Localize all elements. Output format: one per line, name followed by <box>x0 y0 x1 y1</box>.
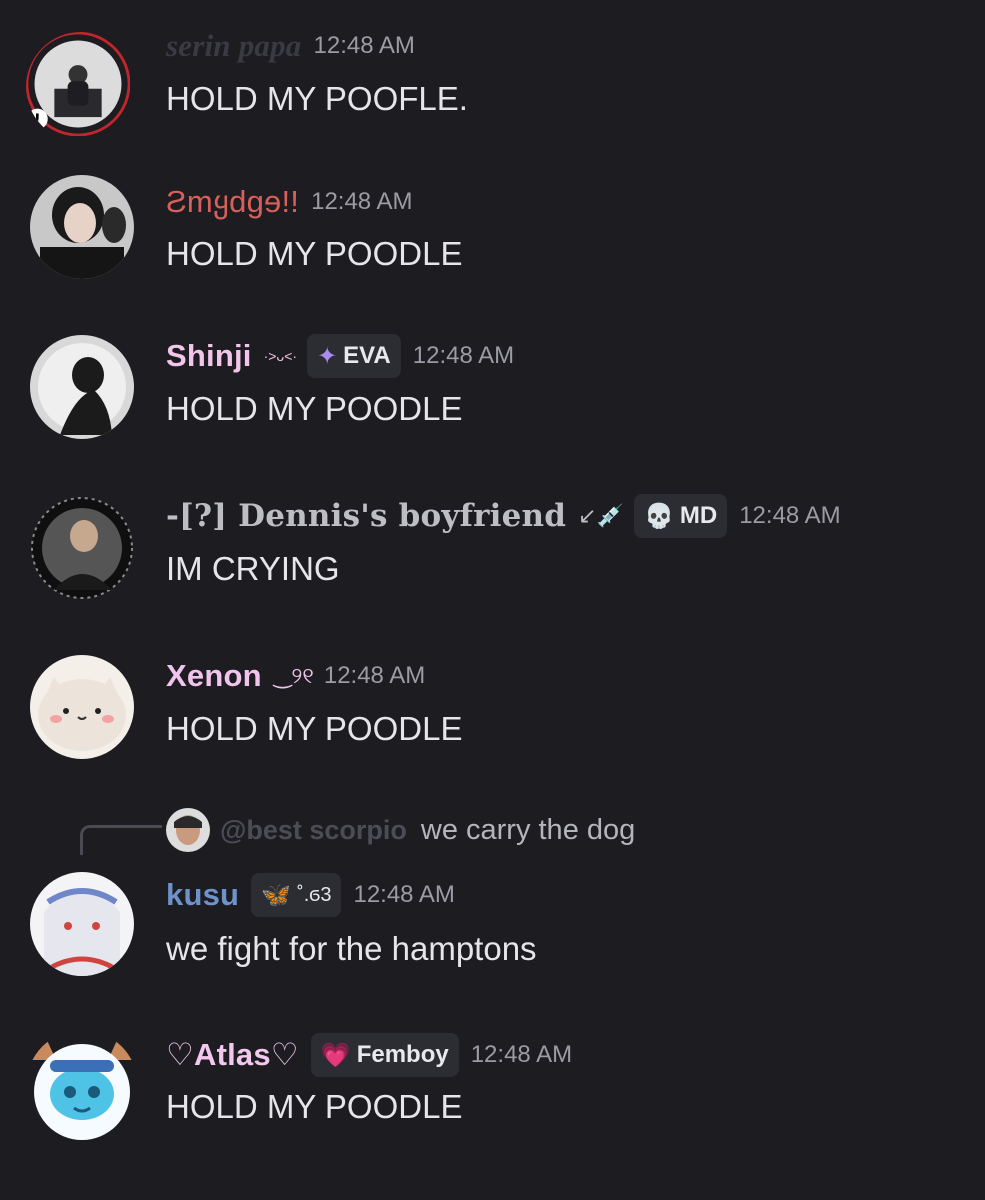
user-avatar[interactable] <box>30 655 134 759</box>
server-tag[interactable]: 💀 MD <box>633 494 728 538</box>
message-text: HOLD MY POODLE <box>166 710 463 747</box>
reply-connector <box>80 825 162 855</box>
svg-text:!: ! <box>34 111 41 129</box>
message-text: HOLD MY POODLE <box>166 1088 463 1125</box>
tag-label: EVA <box>343 342 391 369</box>
tag-label: ˚.ϭ3 <box>297 883 332 906</box>
message-text: HOLD MY POODLE <box>166 235 463 272</box>
skull-icon: 💀 <box>643 502 674 530</box>
message-text: HOLD MY POOFLE. <box>166 80 468 117</box>
message-text: HOLD MY POODLE <box>166 390 463 427</box>
timestamp: 12:48 AM <box>470 1041 573 1068</box>
user-avatar[interactable] <box>30 175 134 279</box>
user-avatar[interactable] <box>30 335 134 439</box>
reply-text: we carry the dog <box>420 813 636 846</box>
tag-label: MD <box>679 502 718 529</box>
name-decoration: ‿୨୧ <box>273 663 314 688</box>
timestamp: 12:48 AM <box>412 342 515 369</box>
timestamp: 12:48 AM <box>311 188 413 215</box>
server-tag[interactable]: ✦ EVA <box>307 334 401 378</box>
username[interactable]: Xenon <box>166 658 262 694</box>
syringe-icon: ↙💉 <box>578 503 624 528</box>
sparkle-icon: ✦ <box>317 342 338 370</box>
user-avatar[interactable] <box>26 1030 138 1142</box>
user-avatar[interactable]: ! <box>26 32 136 142</box>
server-tag[interactable]: 💗 Femboy <box>310 1033 459 1077</box>
user-avatar[interactable] <box>30 872 134 976</box>
username[interactable]: Ƨmყdgɘ!! <box>166 184 299 220</box>
username[interactable]: serin papa <box>166 28 302 64</box>
user-avatar[interactable] <box>24 490 140 606</box>
message-text: we fight for the hamptons <box>166 930 537 967</box>
heart-icon: 💗 <box>320 1041 351 1069</box>
reply-avatar <box>166 808 210 852</box>
server-tag[interactable]: 🦋 ˚.ϭ3 <box>251 873 342 917</box>
username[interactable]: Shinji <box>166 338 252 374</box>
reply-username[interactable]: @best scorpio <box>220 815 407 846</box>
reply-preview[interactable]: @best scorpio we carry the dog <box>166 808 635 852</box>
username[interactable]: kusu <box>166 877 239 913</box>
butterfly-icon: 🦋 <box>261 881 292 909</box>
timestamp: 12:48 AM <box>313 32 415 59</box>
username[interactable]: ♡Atlas♡ <box>166 1037 299 1073</box>
name-decoration: ·˃ᴗ˂· <box>263 348 298 364</box>
timestamp: 12:48 AM <box>353 881 455 908</box>
timestamp: 12:48 AM <box>323 662 426 689</box>
timestamp: 12:48 AM <box>739 502 841 529</box>
tag-label: Femboy <box>356 1041 449 1068</box>
message-text: IM CRYING <box>166 550 340 587</box>
username[interactable]: -[?] Dennis's boyfriend <box>166 498 566 534</box>
